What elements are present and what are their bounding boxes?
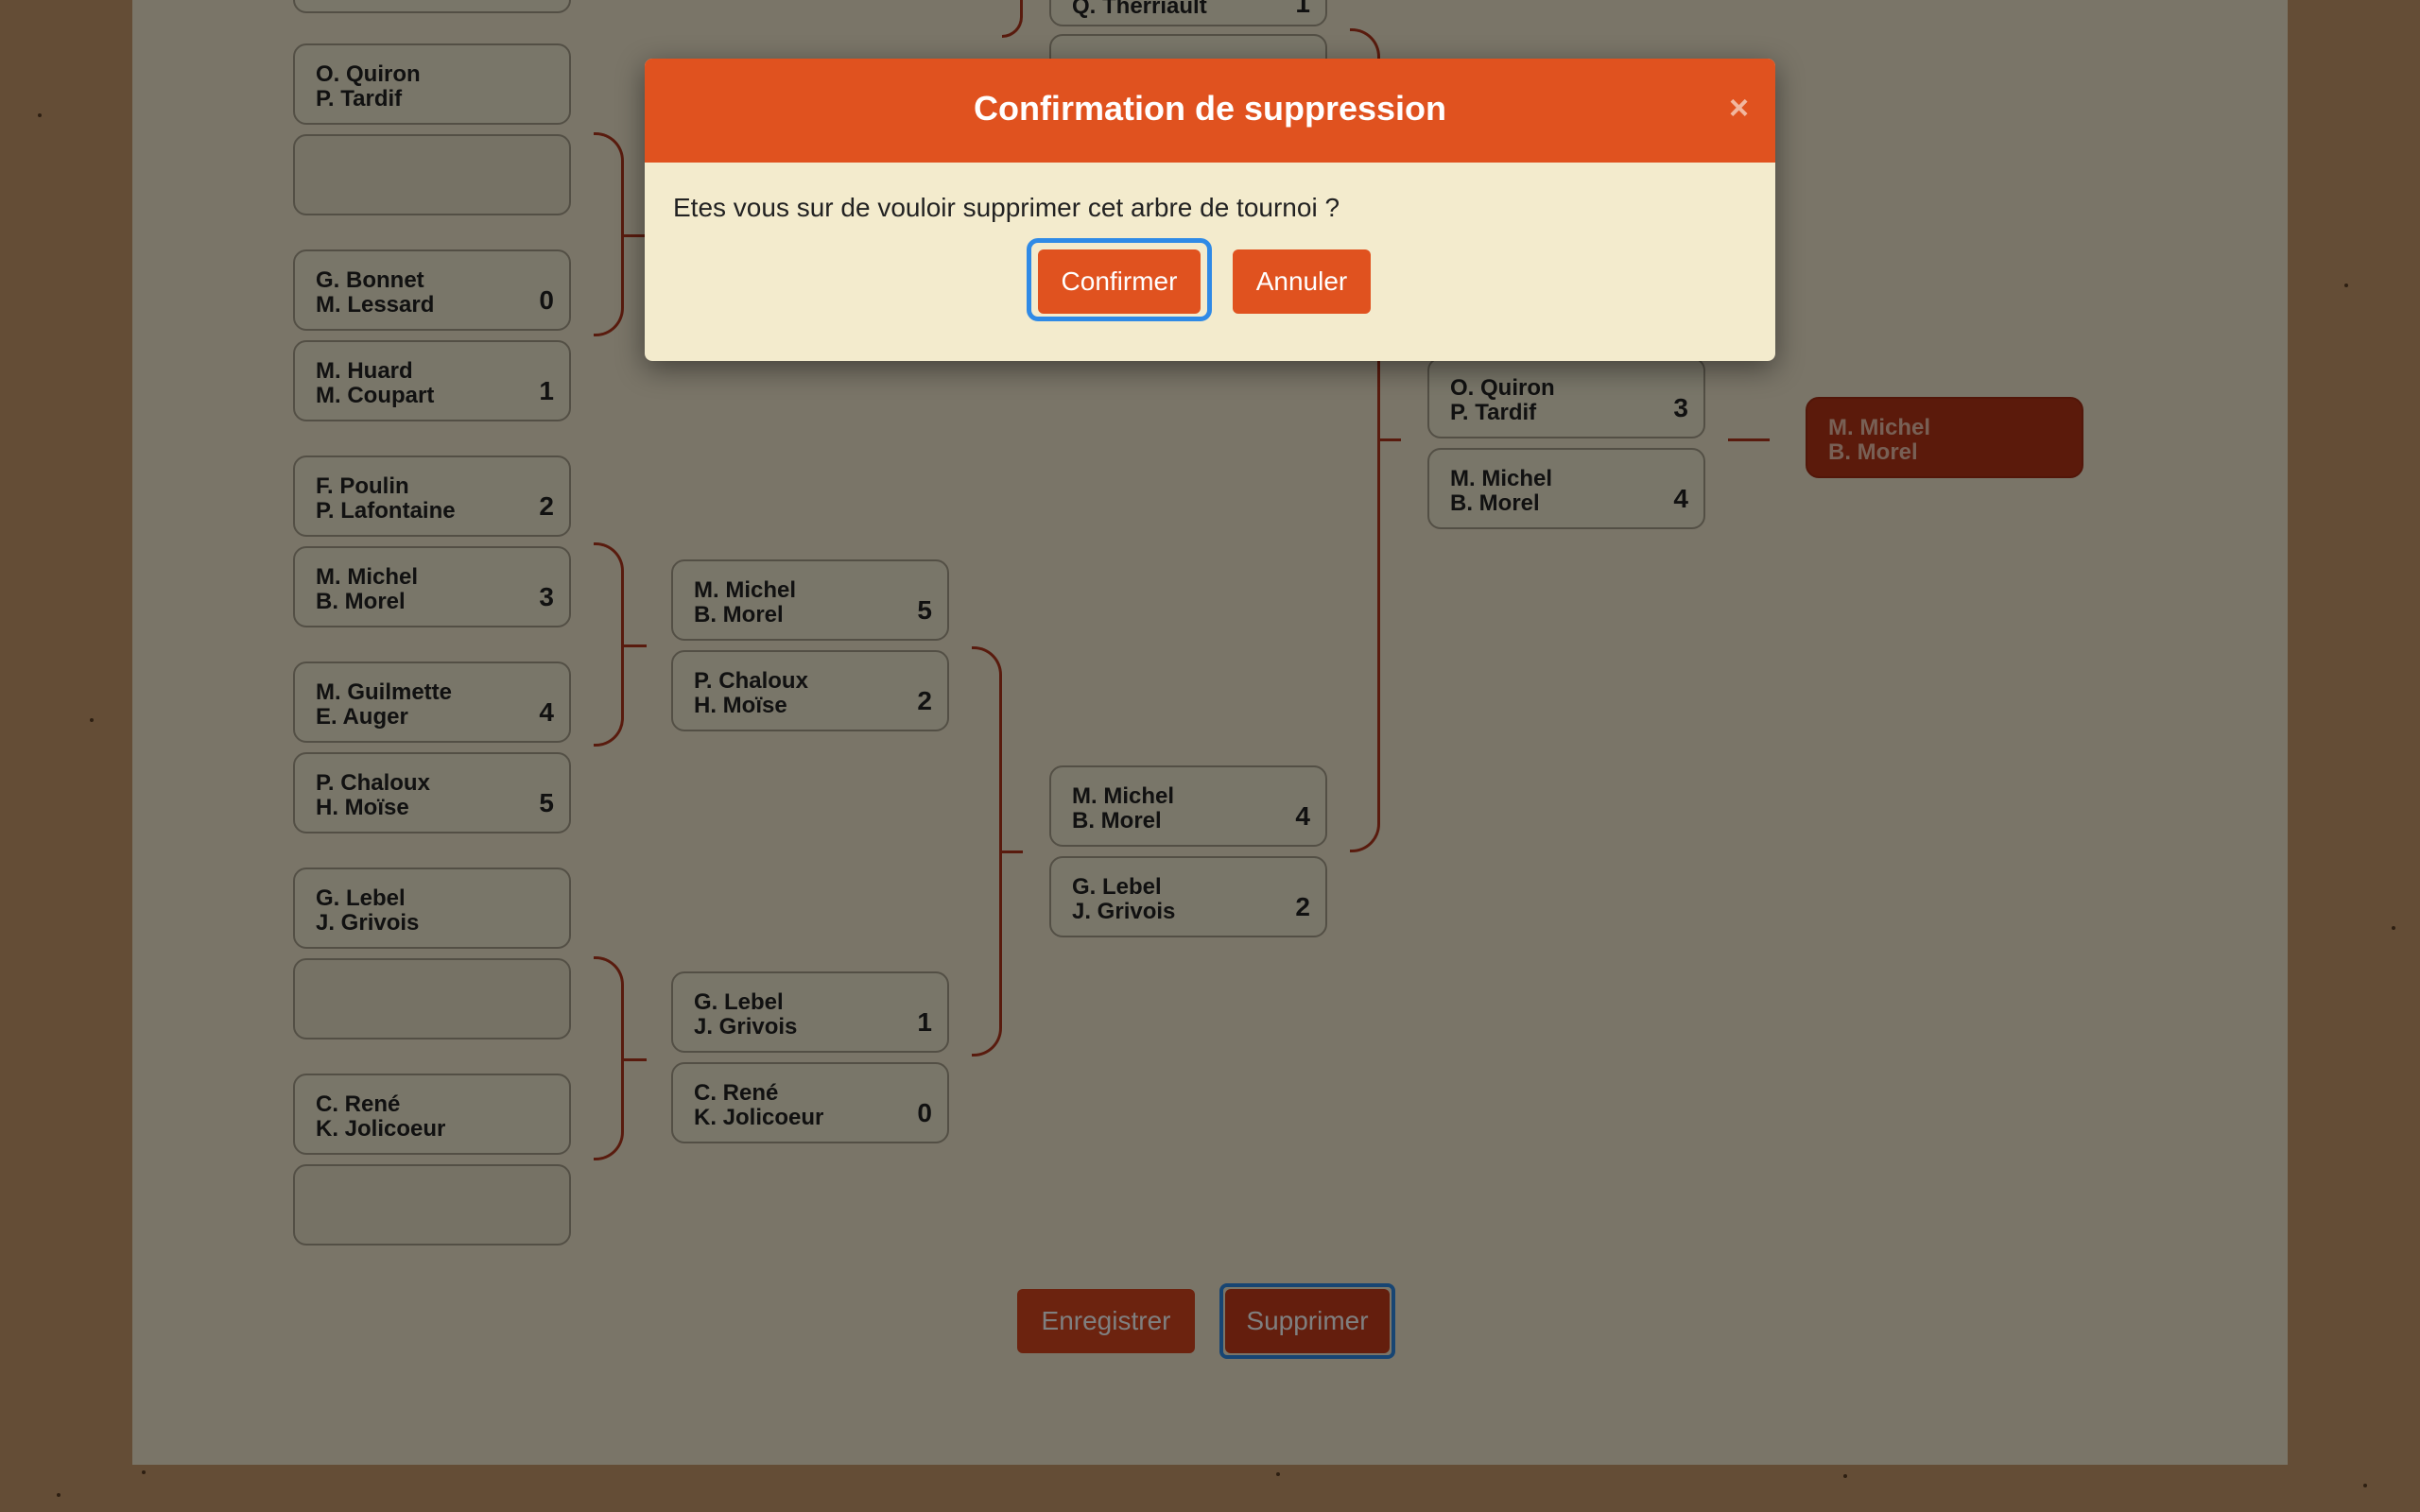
close-icon[interactable]: × [1729,91,1749,125]
dialog-header: Confirmation de suppression × [645,59,1775,163]
confirm-button[interactable]: Confirmer [1038,249,1201,314]
confirm-delete-dialog: Confirmation de suppression × Etes vous … [645,59,1775,361]
cancel-button[interactable]: Annuler [1233,249,1371,314]
dialog-message: Etes vous sur de vouloir supprimer cet a… [673,193,1340,222]
dialog-title: Confirmation de suppression [973,89,1447,128]
